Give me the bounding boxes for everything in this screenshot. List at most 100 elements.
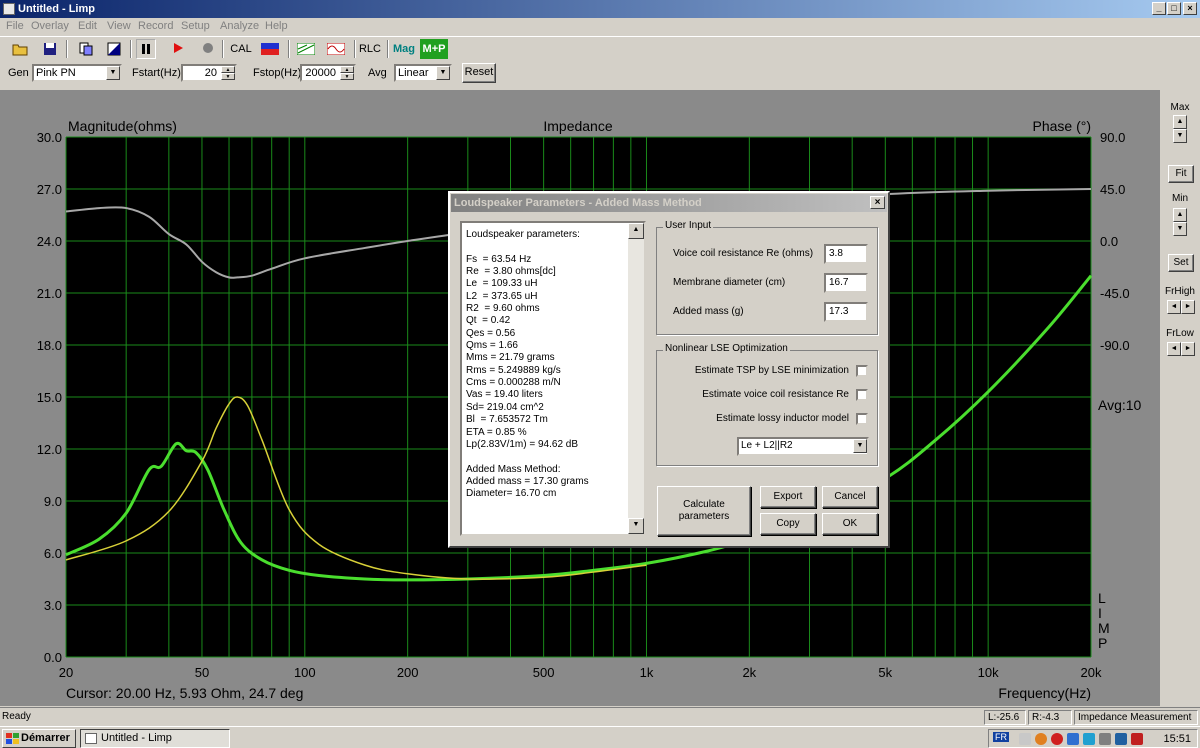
spin-down-icon[interactable]: ▼ [340, 73, 354, 80]
gen-select-value: Pink PN [36, 67, 76, 79]
wave-icon[interactable] [324, 39, 348, 59]
mag-phase-button[interactable]: M+P [420, 39, 448, 59]
y-tick-label-right: 45.0 [1100, 182, 1125, 197]
stop-icon[interactable] [198, 39, 218, 59]
tray-app-icon[interactable] [1099, 733, 1111, 745]
tray-app-icon[interactable] [1035, 733, 1047, 745]
y-tick-label-left: 27.0 [37, 182, 62, 197]
added-mass-input[interactable]: 17.3 [824, 302, 868, 322]
open-icon[interactable] [10, 39, 30, 59]
language-indicator[interactable]: FR [993, 732, 1009, 742]
fstart-spinner[interactable]: 20 ▲ ▼ [181, 64, 237, 82]
copy-icon[interactable] [76, 39, 96, 59]
menu-overlay[interactable]: Overlay [31, 20, 69, 32]
ok-button[interactable]: OK [822, 513, 878, 535]
lse-option-re-checkbox[interactable] [856, 389, 868, 401]
chart-title: Impedance [543, 118, 612, 134]
reset-button[interactable]: Reset [462, 63, 496, 83]
spin-up-icon[interactable]: ▲ [221, 66, 235, 73]
min-up-icon[interactable]: ▲ [1173, 208, 1187, 222]
rlc-button[interactable]: RLC [358, 39, 382, 59]
color-bar-icon[interactable] [258, 39, 282, 59]
lse-option-inductor-checkbox[interactable] [856, 413, 868, 425]
copy-button[interactable]: Copy [760, 513, 816, 535]
menu-analyze[interactable]: Analyze [220, 20, 259, 32]
play-icon[interactable] [168, 39, 188, 59]
start-button[interactable]: Démarrer [2, 729, 76, 748]
dialog-close-button[interactable]: × [870, 196, 885, 209]
invert-icon[interactable] [104, 39, 124, 59]
cancel-button[interactable]: Cancel [822, 486, 878, 508]
fstop-spinner[interactable]: 20000 ▲ ▼ [300, 64, 356, 82]
inductor-model-select[interactable]: Le + L2||R2 ▼ [737, 437, 869, 456]
re-input[interactable]: 3.8 [824, 244, 868, 264]
side-letter: M [1098, 620, 1110, 636]
taskbar: Démarrer Untitled - Limp FR 15:51 [0, 726, 1200, 748]
set-button[interactable]: Set [1168, 254, 1194, 272]
user-input-group: User Input Voice coil resistance Re (ohm… [656, 220, 878, 335]
cal-button[interactable]: CAL [228, 39, 254, 59]
x-tick-label: 2k [742, 665, 756, 680]
spin-up-icon[interactable]: ▲ [340, 66, 354, 73]
y-tick-label-left: 24.0 [37, 234, 62, 249]
mag-button[interactable]: Mag [391, 39, 417, 59]
gen-select[interactable]: Pink PN ▼ [32, 64, 122, 82]
status-ready: Ready [2, 711, 31, 722]
avg-label: Avg [368, 67, 387, 79]
menu-help[interactable]: Help [265, 20, 288, 32]
tray-app-icon[interactable] [1067, 733, 1079, 745]
calculate-parameters-button[interactable]: Calculate parameters [657, 486, 751, 536]
app-icon [3, 3, 15, 15]
close-button[interactable]: × [1183, 2, 1197, 15]
inductor-model-value: Le + L2||R2 [741, 440, 793, 451]
frhigh-right-icon[interactable]: ► [1181, 300, 1195, 314]
frlow-label: FrLow [1166, 328, 1194, 339]
menu-file[interactable]: File [6, 20, 24, 32]
lse-option-tsp-checkbox[interactable] [856, 365, 868, 377]
menu-setup[interactable]: Setup [181, 20, 210, 32]
clock: 15:51 [1163, 733, 1191, 745]
scroll-up-icon[interactable]: ▲ [628, 223, 644, 239]
frhigh-left-icon[interactable]: ◄ [1167, 300, 1181, 314]
frlow-left-icon[interactable]: ◄ [1167, 342, 1181, 356]
export-button[interactable]: Export [760, 486, 816, 508]
frlow-right-icon[interactable]: ► [1181, 342, 1195, 356]
generator-row: Gen Pink PN ▼ Fstart(Hz) 20 ▲ ▼ Fstop(Hz… [0, 60, 1200, 86]
menu-edit[interactable]: Edit [78, 20, 97, 32]
y-tick-label-left: 3.0 [44, 598, 62, 613]
side-letter: I [1098, 605, 1102, 621]
diameter-input[interactable]: 16.7 [824, 273, 868, 293]
menu-record[interactable]: Record [138, 20, 173, 32]
min-down-icon[interactable]: ▼ [1173, 222, 1187, 236]
security-icon[interactable] [1051, 733, 1063, 745]
max-down-icon[interactable]: ▼ [1173, 129, 1187, 143]
max-up-icon[interactable]: ▲ [1173, 115, 1187, 129]
system-tray: FR 15:51 [988, 729, 1198, 748]
re-label: Voice coil resistance Re (ohms) [673, 248, 814, 259]
status-mode: Impedance Measurement [1074, 710, 1198, 725]
save-icon[interactable] [40, 39, 60, 59]
y-tick-label-left: 18.0 [37, 338, 62, 353]
chevron-down-icon: ▼ [436, 66, 450, 80]
tray-app-icon[interactable] [1083, 733, 1095, 745]
x-tick-label: 50 [195, 665, 209, 680]
taskbar-item-limp[interactable]: Untitled - Limp [80, 729, 230, 748]
parameters-scrollbar[interactable]: ▲ ▼ [628, 223, 644, 534]
maximize-button[interactable]: □ [1167, 2, 1181, 15]
network-icon[interactable] [1019, 733, 1031, 745]
spin-down-icon[interactable]: ▼ [221, 73, 235, 80]
pause-icon[interactable] [136, 39, 156, 59]
y-tick-label-left: 12.0 [37, 442, 62, 457]
menu-view[interactable]: View [107, 20, 131, 32]
overlay-icon[interactable] [294, 39, 318, 59]
cursor-readout: Cursor: 20.00 Hz, 5.93 Ohm, 24.7 deg [66, 685, 303, 701]
tray-app-icon[interactable] [1131, 733, 1143, 745]
fit-button[interactable]: Fit [1168, 165, 1194, 183]
minimize-button[interactable]: _ [1152, 2, 1166, 15]
right-panel: Max ▲ ▼ Fit Min ▲ ▼ Set FrHigh ◄ ► FrLow… [1160, 90, 1200, 706]
scroll-down-icon[interactable]: ▼ [628, 518, 644, 534]
parameters-textbox[interactable]: Loudspeaker parameters: Fs = 63.54 Hz Re… [460, 221, 646, 536]
x-tick-label: 20 [59, 665, 73, 680]
avg-select[interactable]: Linear ▼ [394, 64, 452, 82]
tray-app-icon[interactable] [1115, 733, 1127, 745]
